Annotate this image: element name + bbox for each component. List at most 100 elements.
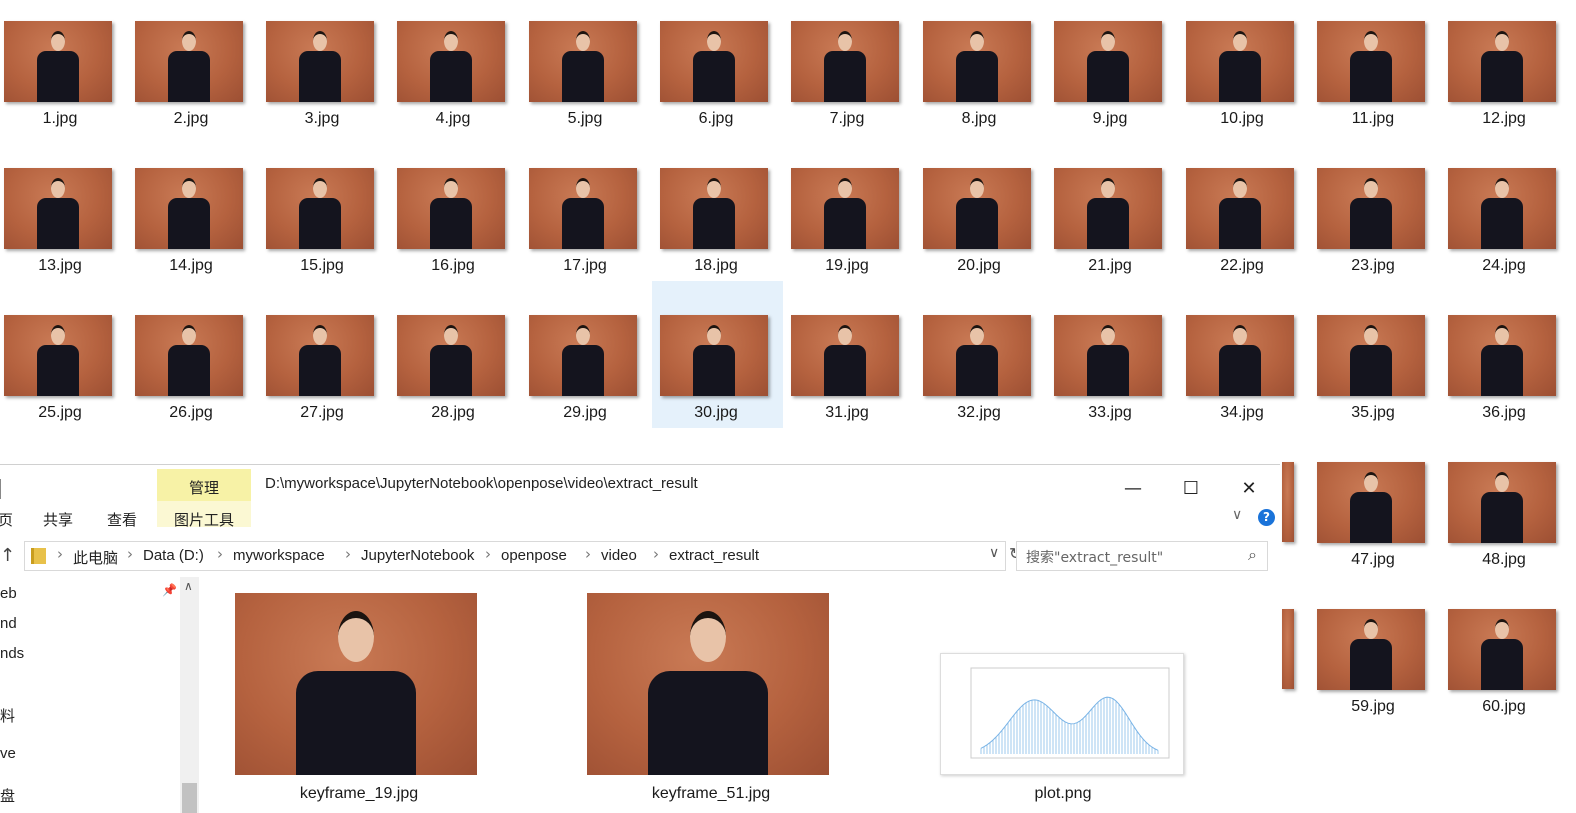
breadcrumb-item[interactable]: myworkspace xyxy=(233,547,325,564)
file-tile[interactable]: 36.jpg xyxy=(1444,294,1575,441)
breadcrumb-item[interactable]: JupyterNotebook xyxy=(361,547,474,564)
breadcrumb-separator-icon[interactable]: › xyxy=(217,545,223,563)
nav-item-5[interactable]: 料 xyxy=(0,705,15,726)
person-figure xyxy=(548,168,618,249)
file-name[interactable]: plot.png xyxy=(933,785,1193,803)
minimize-button[interactable]: — xyxy=(1110,471,1156,505)
file-tile[interactable]: 11.jpg xyxy=(1313,0,1444,147)
file-thumbnail xyxy=(1448,21,1556,102)
close-button[interactable]: ✕ xyxy=(1226,471,1272,505)
nav-item-3[interactable]: nds xyxy=(0,645,24,662)
file-tile[interactable]: 15.jpg xyxy=(262,147,393,294)
file-tile[interactable]: 48.jpg xyxy=(1444,441,1575,588)
person-figure xyxy=(416,315,486,396)
file-name: 35.jpg xyxy=(1351,404,1395,421)
file-tile[interactable]: 6.jpg xyxy=(656,0,787,147)
file-tile[interactable]: 10.jpg xyxy=(1182,0,1313,147)
file-tile[interactable]: 32.jpg xyxy=(919,294,1050,441)
help-icon[interactable]: ? xyxy=(1258,509,1275,526)
breadcrumb-separator-icon[interactable]: › xyxy=(485,545,491,563)
file-tile[interactable]: 4.jpg xyxy=(393,0,524,147)
file-tile[interactable]: 21.jpg xyxy=(1050,147,1181,294)
search-input[interactable]: 搜索"extract_result" ⌕ xyxy=(1016,541,1268,571)
file-tile[interactable]: 3.jpg xyxy=(262,0,393,147)
file-tile[interactable]: 13.jpg xyxy=(0,147,131,294)
pin-icon[interactable]: 📌 xyxy=(162,583,177,597)
breadcrumb-item[interactable]: openpose xyxy=(501,547,567,564)
file-thumbnail xyxy=(1317,609,1425,690)
tab-picture-tools[interactable]: 图片工具 xyxy=(174,509,234,530)
nav-item-2[interactable]: nd xyxy=(0,615,17,632)
person-figure xyxy=(1467,315,1537,396)
file-tile[interactable]: 9.jpg xyxy=(1050,0,1181,147)
file-thumbnail xyxy=(791,168,899,249)
address-bar[interactable]: › 此电脑 › Data (D:) › myworkspace › JupyterNotebo… xyxy=(24,541,1022,571)
file-thumbnail xyxy=(135,21,243,102)
file-thumbnail-keyframe-51[interactable] xyxy=(587,593,829,775)
file-tile[interactable]: 31.jpg xyxy=(787,294,918,441)
person-figure xyxy=(1073,315,1143,396)
folder-icon xyxy=(31,548,46,564)
nav-scrollbar[interactable]: ∧ xyxy=(180,577,199,813)
file-tile[interactable]: 33.jpg xyxy=(1050,294,1181,441)
breadcrumb-separator-icon[interactable]: › xyxy=(653,545,659,563)
file-tile[interactable]: 14.jpg xyxy=(131,147,262,294)
file-tile[interactable]: 30.jpg xyxy=(652,281,783,428)
nav-item-7[interactable]: 盘 xyxy=(0,785,15,806)
file-thumbnail-keyframe-19[interactable] xyxy=(235,593,477,775)
maximize-button[interactable]: ☐ xyxy=(1168,471,1214,505)
file-tile[interactable]: 29.jpg xyxy=(525,294,656,441)
file-tile[interactable]: 27.jpg xyxy=(262,294,393,441)
file-tile[interactable]: 24.jpg xyxy=(1444,147,1575,294)
breadcrumb-item[interactable]: video xyxy=(601,547,637,564)
nav-item-6[interactable]: ve xyxy=(0,745,16,762)
file-tile[interactable]: 25.jpg xyxy=(0,294,131,441)
tab-share[interactable]: 共享 xyxy=(43,509,73,530)
tab-view[interactable]: 查看 xyxy=(107,509,137,530)
breadcrumb-separator-icon[interactable]: › xyxy=(345,545,351,563)
file-thumbnail-plot[interactable] xyxy=(940,653,1184,775)
breadcrumb-separator-icon[interactable]: › xyxy=(585,545,591,563)
person-figure xyxy=(1467,21,1537,102)
file-tile[interactable]: 5.jpg xyxy=(525,0,656,147)
file-tile[interactable]: 47.jpg xyxy=(1313,441,1444,588)
breadcrumb-item[interactable]: extract_result xyxy=(669,547,759,564)
file-tile[interactable]: 2.jpg xyxy=(131,0,262,147)
window-title-path: D:\myworkspace\JupyterNotebook\openpose\… xyxy=(265,475,698,492)
breadcrumb-item[interactable]: 此电脑 xyxy=(73,547,118,568)
file-name: 1.jpg xyxy=(42,110,78,127)
file-tile[interactable]: 22.jpg xyxy=(1182,147,1313,294)
ribbon-collapse-chevron-icon[interactable]: ∨ xyxy=(1232,507,1242,523)
file-tile[interactable]: 18.jpg xyxy=(656,147,787,294)
file-tile[interactable]: 20.jpg xyxy=(919,147,1050,294)
breadcrumb-item[interactable]: Data (D:) xyxy=(143,547,204,564)
file-tile[interactable]: 7.jpg xyxy=(787,0,918,147)
file-tile[interactable]: 17.jpg xyxy=(525,147,656,294)
file-tile[interactable]: 19.jpg xyxy=(787,147,918,294)
file-tile[interactable]: 34.jpg xyxy=(1182,294,1313,441)
file-tile[interactable]: 26.jpg xyxy=(131,294,262,441)
file-tile[interactable]: 8.jpg xyxy=(919,0,1050,147)
file-tile[interactable]: 12.jpg xyxy=(1444,0,1575,147)
file-thumbnail xyxy=(660,21,768,102)
scroll-thumb[interactable] xyxy=(182,783,197,813)
file-tile[interactable]: 35.jpg xyxy=(1313,294,1444,441)
file-tile[interactable]: 1.jpg xyxy=(0,0,131,147)
nav-item-1[interactable]: eb xyxy=(0,585,17,602)
up-arrow-icon[interactable]: ↑ xyxy=(0,545,15,566)
file-tile[interactable]: 59.jpg xyxy=(1313,588,1444,735)
file-thumbnail xyxy=(529,315,637,396)
file-thumbnail xyxy=(1317,315,1425,396)
file-name[interactable]: keyframe_19.jpg xyxy=(229,785,489,803)
file-name[interactable]: keyframe_51.jpg xyxy=(581,785,841,803)
chevron-down-icon[interactable]: ∨ xyxy=(989,545,999,561)
scroll-up-icon[interactable]: ∧ xyxy=(184,579,193,593)
file-tile[interactable]: 16.jpg xyxy=(393,147,524,294)
breadcrumb-separator-icon[interactable]: › xyxy=(57,545,63,563)
file-tile[interactable]: 28.jpg xyxy=(393,294,524,441)
file-tile[interactable]: 23.jpg xyxy=(1313,147,1444,294)
ribbon-context-tab-manage[interactable]: 管理 xyxy=(157,469,251,501)
file-tile[interactable]: 60.jpg xyxy=(1444,588,1575,735)
tab-home[interactable]: 页 xyxy=(0,509,13,530)
breadcrumb-separator-icon[interactable]: › xyxy=(127,545,133,563)
